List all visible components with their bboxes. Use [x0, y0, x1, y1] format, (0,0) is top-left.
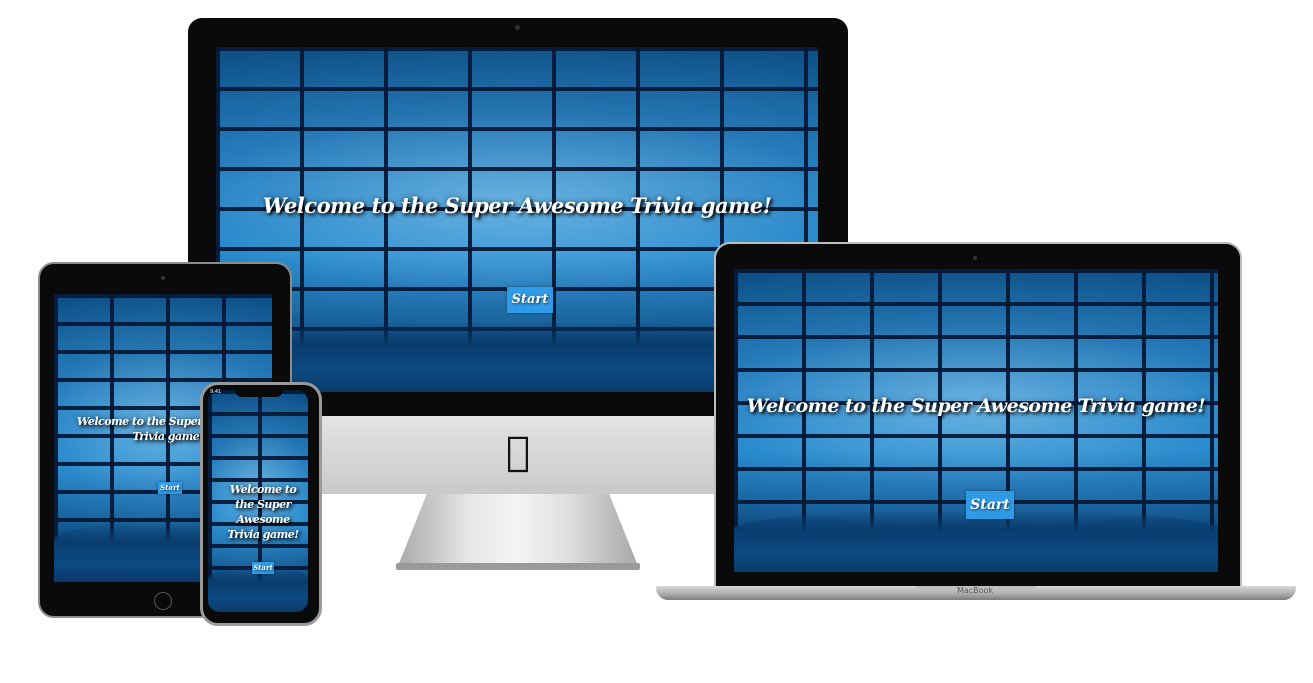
start-button[interactable]: Start	[252, 562, 274, 574]
welcome-title: Welcome to the Super Awesome Trivia game…	[227, 483, 299, 541]
imac-foot	[396, 563, 640, 570]
macbook-brand-label: MacBook	[956, 586, 994, 595]
imac-camera-icon	[515, 25, 520, 30]
welcome-title: Welcome to the Super Awesome Trivia game…	[746, 395, 1206, 417]
start-button[interactable]: Start	[158, 482, 182, 494]
iphone-screen: Welcome to the Super Awesome Trivia game…	[208, 390, 308, 612]
start-button[interactable]: Start	[507, 287, 553, 313]
ipad-camera-icon	[161, 276, 165, 280]
start-button[interactable]: Start	[966, 491, 1014, 519]
welcome-title: Welcome to the Super Awesome Trivia game…	[262, 193, 772, 218]
macbook-camera-icon	[973, 256, 977, 260]
status-time: 9:41	[210, 389, 222, 395]
macbook-screen: Welcome to the Super Awesome Trivia game…	[734, 269, 1218, 572]
home-button[interactable]	[154, 592, 172, 610]
apple-logo-icon: 	[500, 430, 536, 474]
imac-stand	[398, 494, 638, 566]
stage-floor	[734, 510, 1218, 572]
